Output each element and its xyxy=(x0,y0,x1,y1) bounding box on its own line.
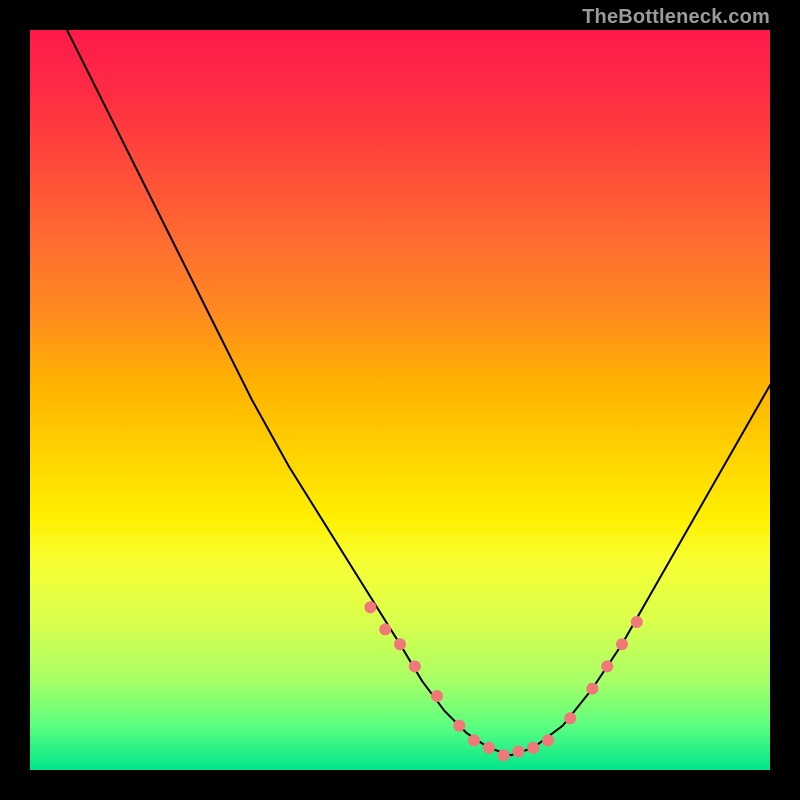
curve-markers xyxy=(364,601,642,761)
watermark-text: TheBottleneck.com xyxy=(582,6,770,29)
plot-area xyxy=(30,30,770,770)
chart-svg xyxy=(30,30,770,770)
curve-line xyxy=(67,30,770,755)
chart-stage: TheBottleneck.com xyxy=(0,0,800,800)
